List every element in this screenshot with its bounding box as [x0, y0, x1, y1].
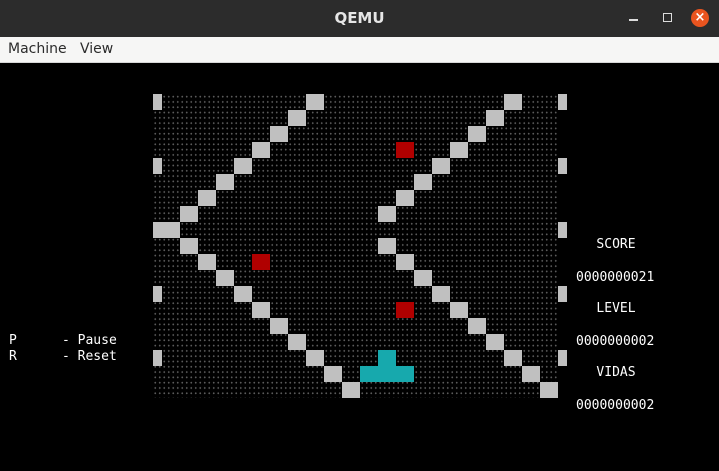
maximize-button[interactable]	[654, 0, 682, 37]
control-key-r: R	[9, 349, 17, 364]
minimize-icon	[629, 19, 638, 21]
wall-block	[450, 302, 468, 318]
wall-block	[414, 174, 432, 190]
close-icon: ×	[691, 9, 709, 27]
wall-block	[342, 382, 360, 398]
score-value: 0000000021	[576, 270, 655, 285]
wall-block	[486, 110, 504, 126]
score-label: SCORE	[596, 237, 636, 252]
wall-edge-right	[558, 94, 567, 110]
wall-block	[288, 334, 306, 350]
wall-block	[432, 158, 450, 174]
enemy-block	[396, 302, 414, 318]
wall-block	[468, 318, 486, 334]
wall-edge-left	[153, 222, 162, 238]
wall-block	[288, 110, 306, 126]
wall-block	[378, 238, 396, 254]
enemy-block	[252, 254, 270, 270]
wall-block	[450, 142, 468, 158]
control-key-p: P	[9, 333, 17, 348]
lives-value: 0000000002	[576, 398, 655, 413]
wall-block	[180, 206, 198, 222]
wall-block	[522, 366, 540, 382]
wall-block	[396, 254, 414, 270]
menu-machine[interactable]: Machine	[8, 41, 67, 57]
wall-block	[252, 302, 270, 318]
minimize-button[interactable]	[620, 0, 648, 37]
wall-edge-right	[558, 286, 567, 302]
wall-edge-left	[153, 158, 162, 174]
level-value: 0000000002	[576, 334, 655, 349]
control-action-reset: - Reset	[62, 349, 117, 364]
wall-block	[234, 286, 252, 302]
wall-block	[504, 94, 522, 110]
wall-block	[396, 190, 414, 206]
window-title: QEMU	[334, 9, 385, 27]
game-playfield	[153, 94, 567, 398]
wall-block	[198, 190, 216, 206]
player-ship-top	[378, 350, 396, 366]
wall-block	[216, 270, 234, 286]
wall-block	[540, 382, 558, 398]
wall-block	[414, 270, 432, 286]
level-label: LEVEL	[596, 301, 636, 316]
wall-block	[198, 254, 216, 270]
wall-edge-left	[153, 286, 162, 302]
wall-block	[468, 126, 486, 142]
wall-block	[180, 238, 198, 254]
wall-edge-right	[558, 158, 567, 174]
menu-view[interactable]: View	[80, 41, 113, 57]
player-ship-base	[360, 366, 414, 382]
wall-block	[306, 94, 324, 110]
emulator-screen[interactable]: SCORE 0000000021 LEVEL 0000000002 VIDAS …	[0, 63, 719, 471]
wall-edge-right	[558, 350, 567, 366]
wall-block	[216, 174, 234, 190]
wall-edge-right	[558, 222, 567, 238]
wall-block	[432, 286, 450, 302]
wall-block	[504, 350, 522, 366]
wall-edge-left	[153, 350, 162, 366]
wall-block	[234, 158, 252, 174]
control-action-pause: - Pause	[62, 333, 117, 348]
wall-block	[252, 142, 270, 158]
wall-block	[270, 126, 288, 142]
close-button[interactable]: ×	[688, 0, 716, 37]
wall-block	[486, 334, 504, 350]
lives-label: VIDAS	[596, 365, 636, 380]
wall-block	[270, 318, 288, 334]
wall-edge-left	[153, 94, 162, 110]
maximize-icon	[663, 13, 672, 22]
enemy-block	[396, 142, 414, 158]
wall-block	[306, 350, 324, 366]
wall-block	[324, 366, 342, 382]
wall-block	[378, 206, 396, 222]
menu-bar: Machine View	[0, 37, 719, 63]
title-bar: QEMU ×	[0, 0, 719, 37]
